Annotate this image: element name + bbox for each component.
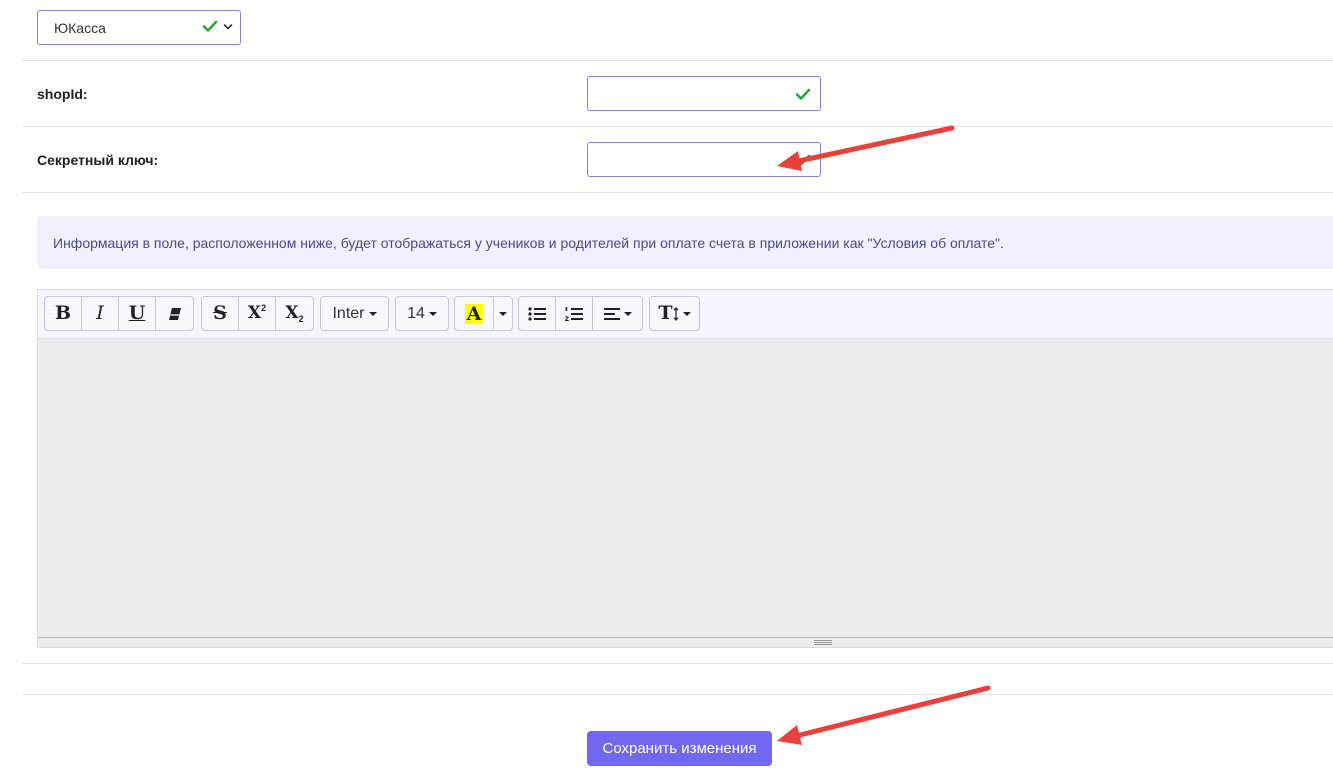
bullet-list-icon [528, 306, 546, 321]
payment-settings-page: ЮКасса shopId: Секретный ключ: Информаци… [0, 0, 1333, 778]
editor-resize-bar[interactable] [38, 637, 1333, 647]
caret-down-icon [428, 311, 437, 316]
check-icon [795, 88, 811, 100]
eraser-icon [168, 307, 181, 320]
numbered-list-icon [565, 306, 583, 321]
divider [22, 192, 1333, 193]
divider [22, 126, 1333, 127]
align-left-icon [603, 307, 620, 320]
editor-content-area[interactable] [38, 338, 1333, 637]
subscript-mark: 2 [298, 313, 304, 324]
resize-grip-icon[interactable] [814, 640, 832, 645]
save-changes-button[interactable]: Сохранить изменения [587, 731, 772, 766]
caret-down-icon [623, 311, 632, 316]
payment-terms-editor: B I U S X2 X2 Inter 14 A T [37, 289, 1333, 648]
numbered-list-button[interactable] [555, 296, 593, 331]
font-size-dropdown[interactable]: 14 [395, 296, 449, 331]
caret-down-icon [368, 311, 377, 316]
payment-terms-info-box: Информация в поле, расположенном ниже, б… [37, 216, 1333, 269]
secret-key-input[interactable] [587, 142, 821, 177]
underline-button[interactable]: U [118, 296, 156, 331]
shop-id-input[interactable] [587, 76, 821, 111]
strikethrough-button[interactable]: S [201, 296, 239, 331]
shop-id-label: shopId: [37, 86, 88, 102]
align-dropdown[interactable] [592, 296, 643, 331]
clear-format-button[interactable] [155, 296, 194, 331]
caret-down-icon [499, 311, 507, 316]
divider [22, 60, 1333, 61]
annotation-arrow-icon [777, 685, 991, 745]
check-icon [202, 20, 218, 32]
bullet-list-button[interactable] [518, 296, 556, 331]
divider [22, 694, 1333, 695]
superscript-mark: 2 [261, 302, 267, 313]
italic-button[interactable]: I [81, 296, 119, 331]
payment-provider-select[interactable]: ЮКасса [37, 10, 241, 45]
subscript-button[interactable]: X2 [275, 296, 314, 331]
line-height-dropdown[interactable]: T [649, 296, 700, 331]
bold-button[interactable]: B [44, 296, 82, 331]
chevron-down-icon [223, 24, 233, 30]
divider [22, 663, 1333, 664]
editor-toolbar: B I U S X2 X2 Inter 14 A T [38, 290, 1333, 338]
text-color-dropdown[interactable] [493, 296, 513, 331]
font-family-dropdown[interactable]: Inter [320, 296, 389, 331]
payment-terms-info-text: Информация в поле, расположенном ниже, б… [53, 234, 1004, 251]
payment-provider-value: ЮКасса [54, 19, 106, 36]
caret-down-icon [682, 311, 691, 316]
check-icon [795, 154, 811, 166]
text-color-button[interactable]: A [454, 296, 494, 331]
line-height-icon [673, 306, 679, 321]
superscript-button[interactable]: X2 [238, 296, 276, 331]
secret-key-label: Секретный ключ: [37, 152, 159, 168]
